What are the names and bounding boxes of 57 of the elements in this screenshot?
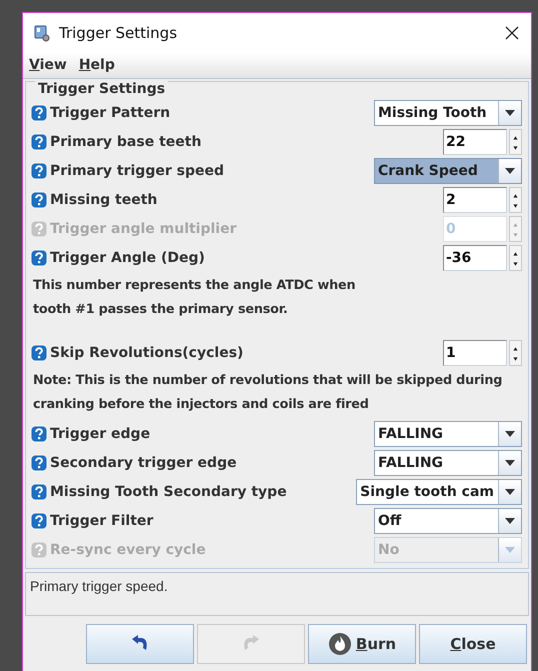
spinner-arrows[interactable] (509, 340, 522, 366)
spinner-arrows[interactable] (509, 244, 522, 270)
field-label: Trigger Pattern (50, 104, 172, 120)
help-icon[interactable] (31, 344, 47, 360)
caret-icon (505, 488, 515, 494)
flame-icon (328, 632, 352, 656)
dropdown[interactable]: Crank Speed (374, 158, 522, 184)
help-icon[interactable] (31, 454, 47, 470)
dropdown[interactable]: Off (374, 508, 522, 534)
field-label: Primary trigger speed (50, 162, 225, 178)
menu-item[interactable]: Help (78, 57, 115, 73)
number-field[interactable]: 2 (443, 186, 507, 212)
caret-icon (505, 460, 515, 466)
panel-title: Trigger Settings (35, 81, 168, 97)
app-icon (33, 24, 51, 42)
help-icon[interactable] (31, 484, 47, 500)
caret-icon (505, 546, 515, 552)
field-label: Missing teeth (50, 192, 158, 208)
burn-button[interactable]: Burn (308, 624, 416, 664)
help-icon[interactable] (31, 162, 47, 178)
number-field[interactable]: 22 (443, 128, 507, 154)
field-label: Trigger angle multiplier (50, 220, 238, 236)
dropdown[interactable]: FALLING (374, 450, 522, 476)
field-label: Trigger Angle (Deg) (50, 250, 206, 266)
field-label: Re-sync every cycle (50, 542, 207, 558)
help-icon[interactable] (31, 250, 47, 266)
menu-item[interactable]: View (29, 57, 67, 73)
note-text: tooth #1 passes the primary sensor. (33, 301, 289, 319)
status-text: Primary trigger speed. (30, 578, 168, 594)
note-text: cranking before the injectors and coils are fired (33, 396, 370, 414)
field-label: Skip Revolutions(cycles) (50, 344, 244, 360)
spinner-arrows[interactable] (509, 186, 522, 212)
field-label: Trigger Filter (50, 512, 154, 528)
spinner-arrows[interactable] (509, 128, 522, 154)
note-text: This number represents the angle ATDC when (33, 277, 356, 295)
note-text: Note: This is the number of revolutions that will be skipped during (33, 372, 504, 390)
field-label: Primary base teeth (50, 134, 202, 150)
field-label: Missing Tooth Secondary type (50, 484, 288, 500)
help-icon[interactable] (31, 134, 47, 150)
caret-icon (505, 168, 515, 174)
help-icon[interactable] (31, 192, 47, 208)
number-field[interactable]: 1 (443, 340, 507, 366)
close-icon[interactable] (505, 26, 519, 40)
field-label: Trigger edge (50, 426, 152, 442)
close-button[interactable]: Close (419, 624, 527, 664)
window-title: Trigger Settings (59, 24, 178, 42)
caret-icon (505, 430, 515, 436)
number-field[interactable]: -36 (443, 244, 507, 270)
help-icon[interactable] (31, 512, 47, 528)
dropdown[interactable]: Missing Tooth (374, 100, 522, 126)
help-icon[interactable] (31, 426, 47, 442)
caret-icon (505, 518, 515, 524)
field-label: Secondary trigger edge (50, 454, 238, 470)
dropdown[interactable]: Single tooth cam (356, 478, 522, 504)
dropdown[interactable]: FALLING (374, 420, 522, 446)
caret-icon (505, 110, 515, 116)
help-icon[interactable] (31, 104, 47, 120)
